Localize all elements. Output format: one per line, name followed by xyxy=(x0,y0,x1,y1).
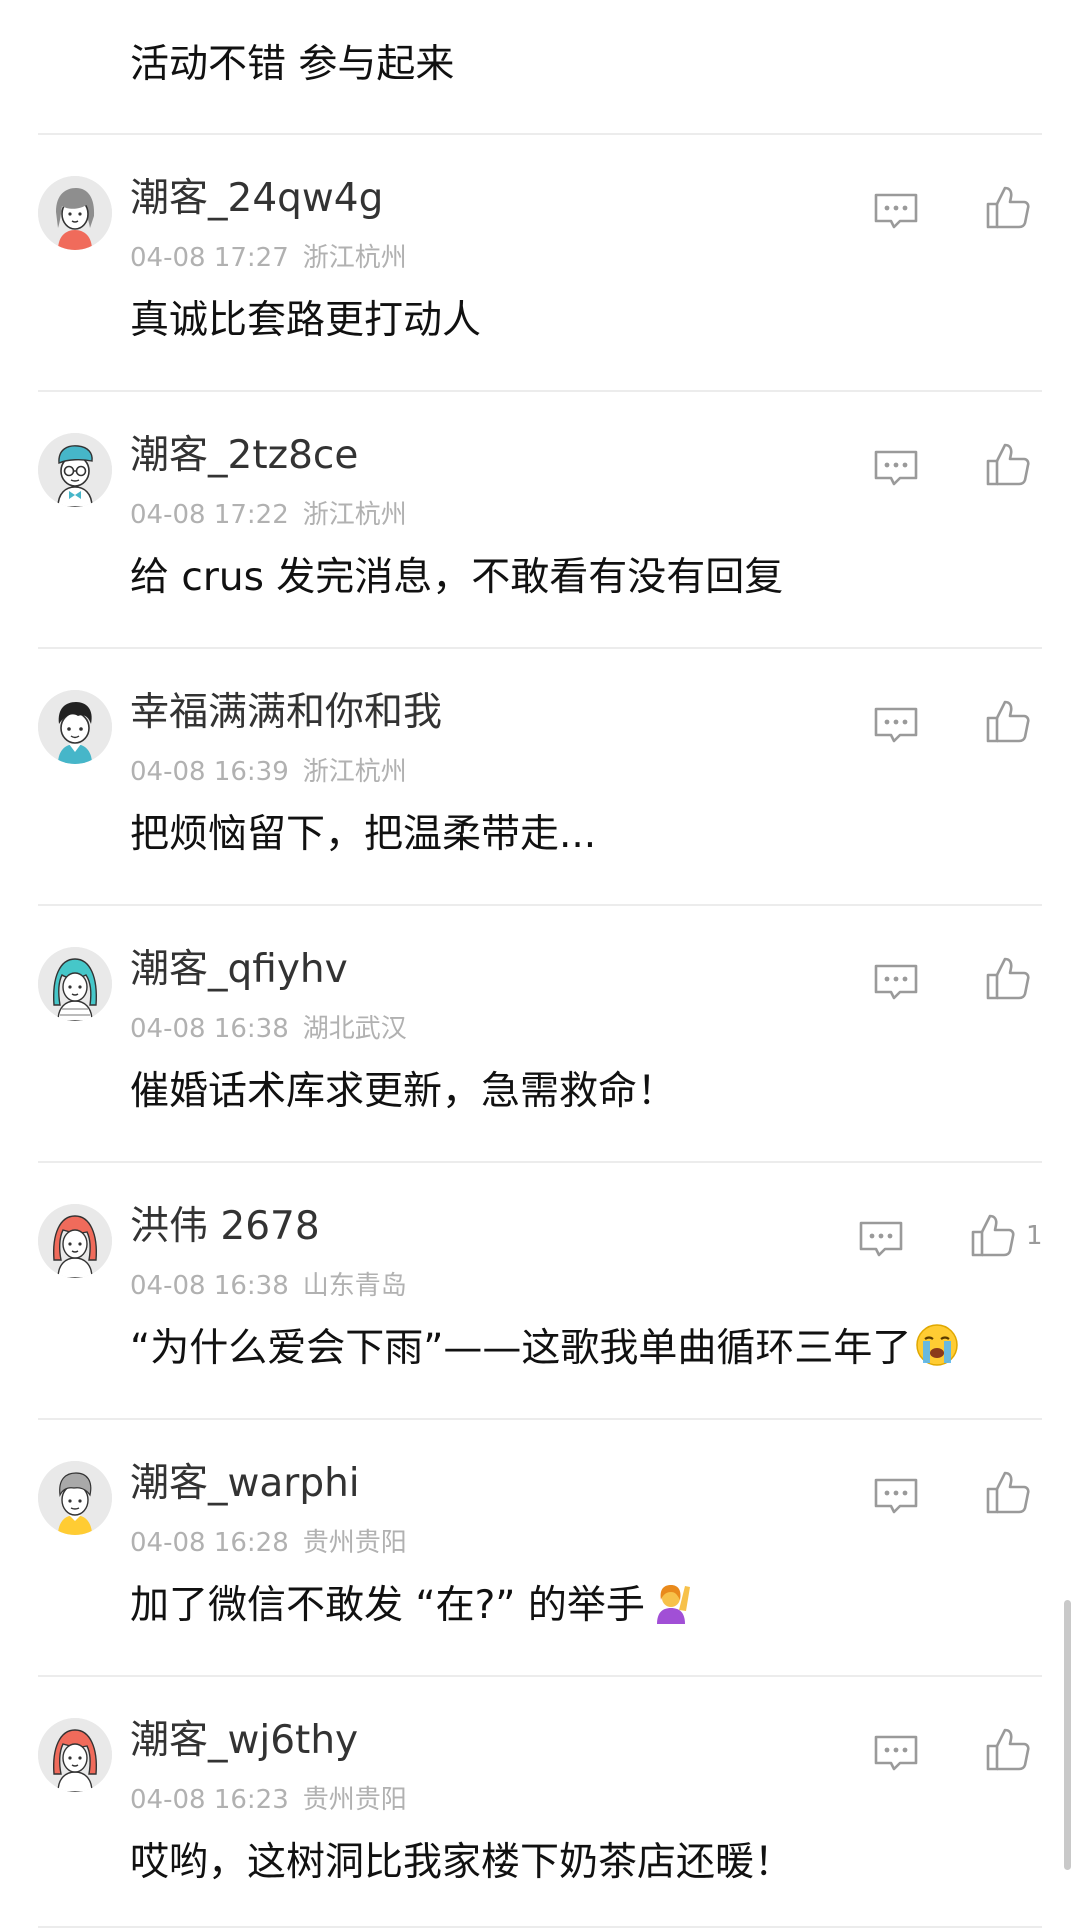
comment-time: 04-08 16:39 xyxy=(130,757,289,787)
username[interactable]: 潮客_24qw4g xyxy=(130,174,383,224)
reply-button[interactable] xyxy=(873,1734,919,1772)
glasses-bowtie-avatar[interactable] xyxy=(38,433,112,507)
reply-button[interactable] xyxy=(873,963,919,1001)
divider xyxy=(38,1926,1042,1928)
comment-text: “为什么爱会下雨”——这歌我单曲循环三年了 xyxy=(130,1322,959,1376)
comment-meta: 04-08 16:39 浙江杭州 xyxy=(130,754,407,790)
username[interactable]: 潮客_wj6thy xyxy=(130,1716,358,1766)
comment-text-partial: 活动不错 参与起来 xyxy=(130,42,455,87)
person-raising-hand-emoji xyxy=(656,1585,690,1624)
like-count: 1 xyxy=(1026,1221,1043,1251)
comment-meta: 04-08 16:38 湖北武汉 xyxy=(130,1011,407,1047)
reply-button[interactable] xyxy=(873,449,919,487)
reply-button[interactable] xyxy=(873,706,919,744)
vertical-scrollbar[interactable] xyxy=(1064,1600,1071,1870)
divider xyxy=(38,1675,1042,1677)
comment-location: 山东青岛 xyxy=(302,1271,407,1301)
divider xyxy=(38,647,1042,649)
divider xyxy=(38,1161,1042,1163)
comment-location: 贵州贵阳 xyxy=(302,1528,407,1558)
divider xyxy=(38,133,1042,135)
comment-time: 04-08 17:22 xyxy=(130,500,289,530)
comment-time: 04-08 16:38 xyxy=(130,1271,289,1301)
comment-text-content: “为什么爱会下雨”——这歌我单曲循环三年了 xyxy=(130,1326,912,1371)
like-button[interactable] xyxy=(985,184,1031,230)
comment-text-content: 加了微信不敢发 “在?” 的举手 xyxy=(130,1583,645,1628)
comment-location: 浙江杭州 xyxy=(302,243,407,273)
like-button[interactable] xyxy=(985,1726,1031,1772)
reply-button[interactable] xyxy=(858,1220,904,1258)
like-button[interactable] xyxy=(985,955,1031,1001)
teal-girl-avatar[interactable] xyxy=(38,947,112,1021)
comment-location: 浙江杭州 xyxy=(302,500,407,530)
comment-item: 潮客_24qw4g 04-08 17:27 浙江杭州 真诚比套路更打动人 xyxy=(0,148,1080,404)
comment-item: 幸福满满和你和我 04-08 16:39 浙江杭州 把烦恼留下，把温柔带走... xyxy=(0,662,1080,918)
comment-text: 哎哟，这树洞比我家楼下奶茶店还暖！ xyxy=(130,1840,794,1885)
red-hair-girl-avatar[interactable] xyxy=(38,1718,112,1792)
username[interactable]: 洪伟 2678 xyxy=(130,1202,320,1252)
like-button[interactable] xyxy=(985,1469,1031,1515)
divider xyxy=(38,1418,1042,1420)
comment-text: 把烦恼留下，把温柔带走... xyxy=(130,812,597,857)
comment-meta: 04-08 17:27 浙江杭州 xyxy=(130,240,407,276)
comment-text: 给 crus 发完消息，不敢看有没有回复 xyxy=(130,555,784,600)
loudly-crying-face-emoji xyxy=(916,1324,959,1366)
divider xyxy=(38,904,1042,906)
comment-text: 加了微信不敢发 “在?” 的举手 xyxy=(130,1579,693,1633)
comment-meta: 04-08 16:28 贵州贵阳 xyxy=(130,1525,407,1561)
comment-meta: 04-08 16:23 贵州贵阳 xyxy=(130,1782,407,1818)
divider xyxy=(38,390,1042,392)
comment-item: 潮客_2tz8ce 04-08 17:22 浙江杭州 给 crus 发完消息，不敢… xyxy=(0,405,1080,661)
grey-hair-avatar[interactable] xyxy=(38,176,112,250)
comment-location: 浙江杭州 xyxy=(302,757,407,787)
username[interactable]: 潮客_warphi xyxy=(130,1459,360,1509)
comment-location: 贵州贵阳 xyxy=(302,1785,407,1815)
comment-time: 04-08 16:28 xyxy=(130,1528,289,1558)
reply-button[interactable] xyxy=(873,192,919,230)
reply-button[interactable] xyxy=(873,1477,919,1515)
comment-location: 湖北武汉 xyxy=(302,1014,407,1044)
comment-time: 04-08 17:27 xyxy=(130,243,289,273)
username[interactable]: 潮客_qfiyhv xyxy=(130,945,348,995)
comment-meta: 04-08 16:38 山东青岛 xyxy=(130,1268,407,1304)
red-hair-girl-avatar[interactable] xyxy=(38,1204,112,1278)
comment-time: 04-08 16:23 xyxy=(130,1785,289,1815)
username[interactable]: 潮客_2tz8ce xyxy=(130,431,358,481)
comment-item: 潮客_wj6thy 04-08 16:23 贵州贵阳 哎哟，这树洞比我家楼下奶茶店… xyxy=(0,1690,1080,1932)
comment-item: 潮客_qfiyhv 04-08 16:38 湖北武汉 催婚话术库求更新，急需救命！ xyxy=(0,919,1080,1175)
grey-hair-man-avatar[interactable] xyxy=(38,1461,112,1535)
comment-text: 真诚比套路更打动人 xyxy=(130,298,482,343)
comment-meta: 04-08 17:22 浙江杭州 xyxy=(130,497,407,533)
like-button[interactable] xyxy=(970,1212,1016,1258)
username[interactable]: 幸福满满和你和我 xyxy=(130,688,442,738)
like-button[interactable] xyxy=(985,698,1031,744)
like-button[interactable] xyxy=(985,441,1031,487)
comment-item: 洪伟 2678 04-08 16:38 山东青岛 “为什么爱会下雨”——这歌我单曲… xyxy=(0,1176,1080,1432)
comment-time: 04-08 16:38 xyxy=(130,1014,289,1044)
boy-avatar[interactable] xyxy=(38,690,112,764)
comment-text: 催婚话术库求更新，急需救命！ xyxy=(130,1069,677,1114)
comment-item: 潮客_warphi 04-08 16:28 贵州贵阳 加了微信不敢发 “在?” 的… xyxy=(0,1433,1080,1689)
